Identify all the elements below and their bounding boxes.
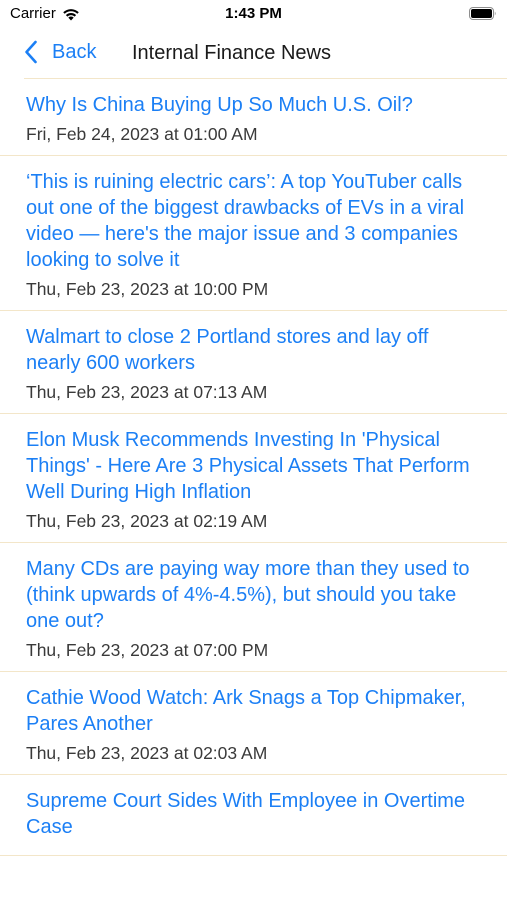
news-list: Why Is China Buying Up So Much U.S. Oil?…	[0, 79, 507, 856]
navigation-bar: Back Internal Finance News	[0, 30, 507, 76]
news-item[interactable]: Walmart to close 2 Portland stores and l…	[0, 311, 507, 414]
status-bar: Carrier 1:43 PM	[0, 0, 507, 30]
news-item[interactable]: Why Is China Buying Up So Much U.S. Oil?…	[0, 79, 507, 156]
news-date: Thu, Feb 23, 2023 at 10:00 PM	[26, 279, 269, 299]
news-title[interactable]: Many CDs are paying way more than they u…	[26, 556, 497, 634]
status-time: 1:43 PM	[225, 5, 282, 22]
back-button[interactable]: Back	[24, 40, 96, 64]
news-date: Thu, Feb 23, 2023 at 02:19 AM	[26, 511, 268, 531]
news-title[interactable]: Supreme Court Sides With Employee in Ove…	[26, 788, 497, 840]
news-date: Fri, Feb 24, 2023 at 01:00 AM	[26, 124, 258, 144]
news-item[interactable]: Many CDs are paying way more than they u…	[0, 543, 507, 672]
news-title[interactable]: Elon Musk Recommends Investing In 'Physi…	[26, 427, 497, 505]
news-title[interactable]: Why Is China Buying Up So Much U.S. Oil?	[26, 92, 497, 118]
news-date: Thu, Feb 23, 2023 at 02:03 AM	[26, 743, 268, 763]
news-item[interactable]: Supreme Court Sides With Employee in Ove…	[0, 775, 507, 856]
battery-icon	[469, 7, 496, 20]
news-item[interactable]: Cathie Wood Watch: Ark Snags a Top Chipm…	[0, 672, 507, 775]
news-date: Thu, Feb 23, 2023 at 07:13 AM	[26, 382, 268, 402]
news-item[interactable]: Elon Musk Recommends Investing In 'Physi…	[0, 414, 507, 543]
page-title: Internal Finance News	[132, 42, 331, 64]
news-date: Thu, Feb 23, 2023 at 07:00 PM	[26, 640, 269, 660]
news-title[interactable]: Cathie Wood Watch: Ark Snags a Top Chipm…	[26, 685, 497, 737]
chevron-left-icon	[25, 40, 37, 64]
news-item[interactable]: ‘This is ruining electric cars’: A top Y…	[0, 156, 507, 311]
news-title[interactable]: Walmart to close 2 Portland stores and l…	[26, 324, 497, 376]
back-label: Back	[52, 40, 97, 63]
news-title[interactable]: ‘This is ruining electric cars’: A top Y…	[26, 169, 497, 273]
